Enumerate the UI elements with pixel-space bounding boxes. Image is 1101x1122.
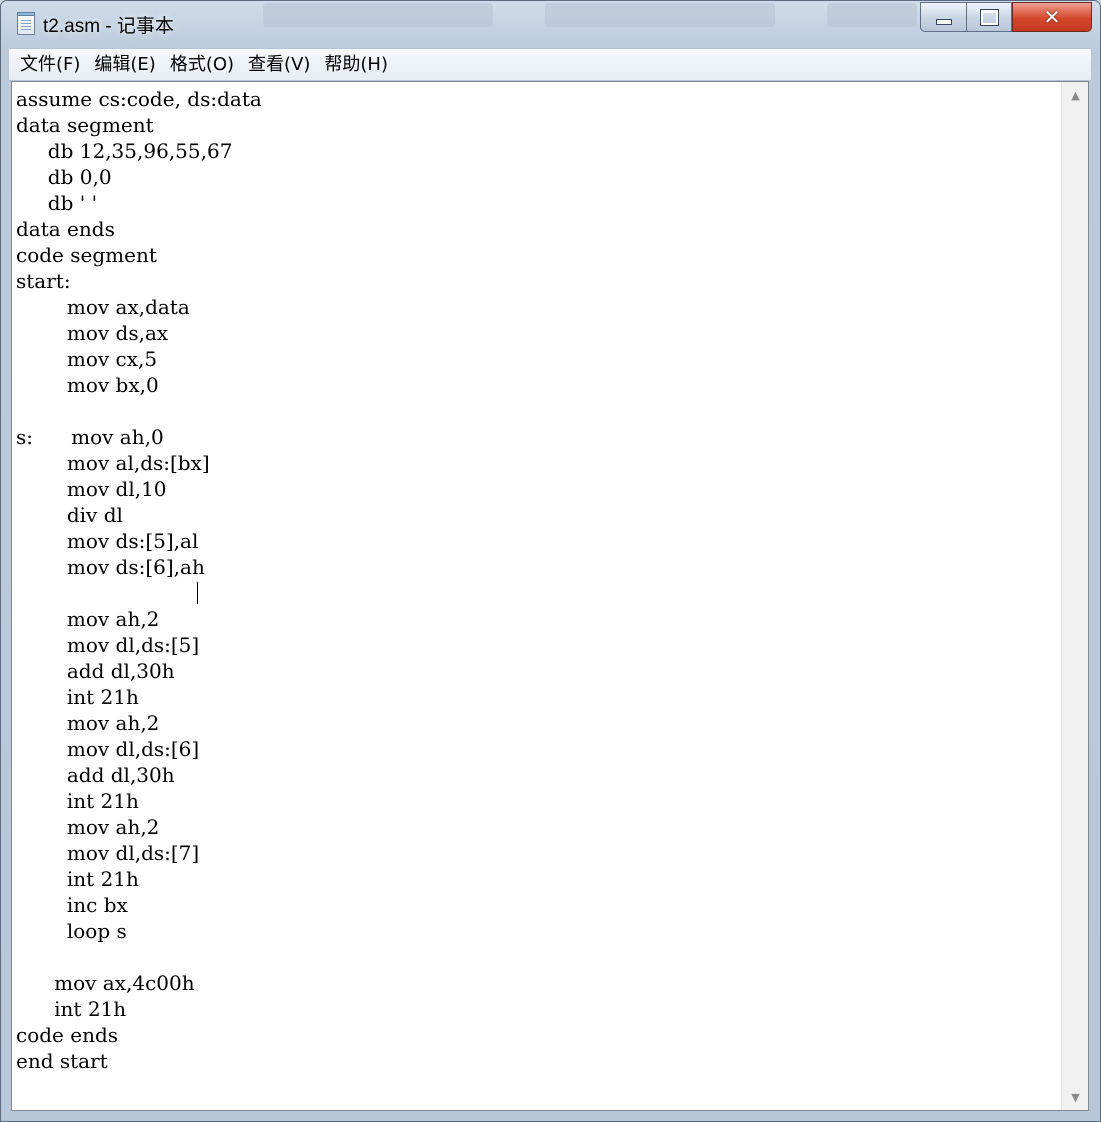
code-line: loop s xyxy=(16,919,127,943)
code-line: mov ax,data xyxy=(16,295,190,319)
title-bar[interactable]: t2.asm - 记事本 ✕ xyxy=(1,1,1100,47)
close-icon: ✕ xyxy=(1043,5,1061,29)
code-line: code segment xyxy=(16,243,157,267)
notepad-window: t2.asm - 记事本 ✕ 文件(F) 编辑(E) 格式(O) 查看(V) 帮… xyxy=(0,0,1101,1122)
minimize-icon xyxy=(935,19,952,25)
code-line: mov dl,ds:[7] xyxy=(16,841,200,865)
code-line: mov dl,ds:[6] xyxy=(16,737,200,761)
text-caret xyxy=(197,582,198,604)
code-line: mov ds:[5],al xyxy=(16,529,199,553)
code-line: mov al,ds:[bx] xyxy=(16,451,210,475)
window-title: t2.asm - 记事本 xyxy=(43,15,174,37)
maximize-button[interactable] xyxy=(966,2,1012,32)
menu-view[interactable]: 查看(V) xyxy=(241,51,317,79)
background-window-tab xyxy=(545,3,775,27)
code-line: mov cx,5 xyxy=(16,347,158,371)
code-line: mov ax,4c00h xyxy=(16,971,195,995)
code-line: mov ds:[6],ah xyxy=(16,555,205,579)
vertical-scrollbar[interactable]: ▲ ▼ xyxy=(1061,82,1088,1110)
minimize-button[interactable] xyxy=(920,2,966,32)
code-line: mov ds,ax xyxy=(16,321,169,345)
code-line: db 0,0 xyxy=(16,165,112,189)
editor-content[interactable]: assume cs:code, ds:data data segment db 1… xyxy=(16,86,1060,1074)
close-button[interactable]: ✕ xyxy=(1012,2,1092,32)
code-line: mov dl,10 xyxy=(16,477,167,501)
code-line: int 21h xyxy=(16,789,139,813)
code-line: s: mov ah,0 xyxy=(16,425,164,449)
code-line: mov dl,ds:[5] xyxy=(16,633,200,657)
code-line: end start xyxy=(16,1049,108,1073)
maximize-icon xyxy=(979,8,999,26)
code-line: db 12,35,96,55,67 xyxy=(16,139,233,163)
menu-help[interactable]: 帮助(H) xyxy=(317,51,395,79)
code-line: int 21h xyxy=(16,685,139,709)
code-line: int 21h xyxy=(16,997,127,1021)
code-line: start: xyxy=(16,269,71,293)
notepad-icon[interactable] xyxy=(17,11,35,35)
code-line: inc bx xyxy=(16,893,128,917)
code-line: mov ah,2 xyxy=(16,607,160,631)
code-line: add dl,30h xyxy=(16,659,175,683)
code-line: div dl xyxy=(16,503,123,527)
code-line: assume cs:code, ds:data xyxy=(16,87,262,111)
code-line: db ' ' xyxy=(16,191,98,215)
window-controls: ✕ xyxy=(920,2,1092,32)
background-window-tab xyxy=(263,3,493,27)
scroll-up-icon[interactable]: ▲ xyxy=(1062,82,1088,108)
code-line: data ends xyxy=(16,217,115,241)
code-line: add dl,30h xyxy=(16,763,175,787)
code-line: code ends xyxy=(16,1023,119,1047)
code-line: mov ah,2 xyxy=(16,815,160,839)
menu-bar: 文件(F) 编辑(E) 格式(O) 查看(V) 帮助(H) xyxy=(8,48,1092,81)
code-line: mov ah,2 xyxy=(16,711,160,735)
scroll-down-icon[interactable]: ▼ xyxy=(1062,1084,1088,1110)
code-line: data segment xyxy=(16,113,154,137)
text-editor[interactable]: assume cs:code, ds:data data segment db 1… xyxy=(11,81,1089,1111)
menu-edit[interactable]: 编辑(E) xyxy=(87,51,162,79)
code-line: mov bx,0 xyxy=(16,373,159,397)
background-window-tab xyxy=(827,3,917,27)
code-line: int 21h xyxy=(16,867,139,891)
menu-format[interactable]: 格式(O) xyxy=(163,51,241,79)
menu-file[interactable]: 文件(F) xyxy=(9,51,87,79)
window-title-area: t2.asm - 记事本 xyxy=(17,11,174,37)
